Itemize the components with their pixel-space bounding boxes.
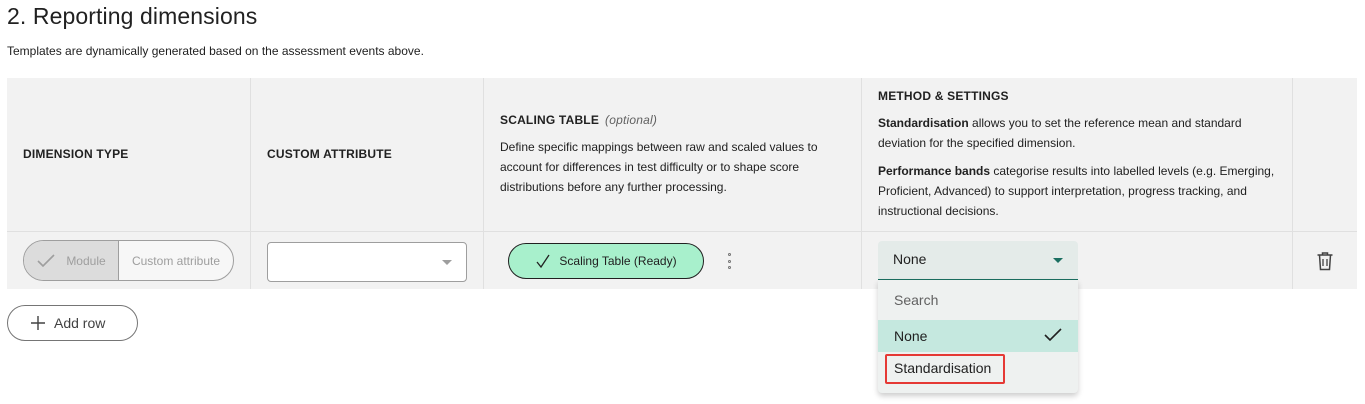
dimension-type-module-option[interactable]: Module <box>24 241 119 280</box>
trash-icon[interactable] <box>1316 251 1334 271</box>
method-select[interactable]: None <box>878 241 1078 281</box>
chevron-down-icon <box>442 260 452 265</box>
check-icon <box>535 253 551 269</box>
scaling-table-description: Define specific mappings between raw and… <box>500 140 818 194</box>
column-divider <box>250 78 251 289</box>
performance-bands-term: Performance bands <box>878 164 991 178</box>
column-divider <box>861 78 862 289</box>
table-row: Module Custom attribute Scaling Table (R… <box>7 231 1357 289</box>
check-icon <box>1044 328 1062 345</box>
dimension-type-toggle[interactable]: Module Custom attribute <box>23 240 234 281</box>
column-custom-attribute: CUSTOM ATTRIBUTE <box>267 147 392 161</box>
dimension-type-custom-attribute-option[interactable]: Custom attribute <box>119 241 233 280</box>
chevron-down-icon <box>1053 258 1063 263</box>
module-option-label: Module <box>66 253 106 268</box>
kebab-menu-icon[interactable] <box>723 250 735 272</box>
plus-icon <box>30 315 46 331</box>
scaling-table-chip-label: Scaling Table (Ready) <box>559 254 677 268</box>
column-divider <box>483 78 484 289</box>
page-title: 2. Reporting dimensions <box>7 3 258 29</box>
dropdown-option-label: None <box>894 328 928 344</box>
add-row-button[interactable]: Add row <box>7 305 138 341</box>
column-divider <box>1292 78 1293 289</box>
method-dropdown-menu: Search None Standardisation <box>878 280 1078 393</box>
custom-attribute-option-label: Custom attribute <box>131 253 221 268</box>
table-header: DIMENSION TYPE CUSTOM ATTRIBUTE SCALING … <box>7 78 1357 231</box>
column-dimension-type: DIMENSION TYPE <box>23 147 129 161</box>
check-icon <box>36 253 56 268</box>
dropdown-search-input[interactable]: Search <box>878 284 1078 316</box>
scaling-table-chip[interactable]: Scaling Table (Ready) <box>508 243 704 279</box>
standardisation-description: Standardisation allows you to set the re… <box>878 113 1283 153</box>
performance-bands-description: Performance bands categorise results int… <box>878 161 1283 221</box>
optional-label: (optional) <box>605 113 658 127</box>
page-subtitle: Templates are dynamically generated base… <box>7 44 424 58</box>
standardisation-term: Standardisation <box>878 116 969 130</box>
dropdown-option-none[interactable]: None <box>878 320 1078 352</box>
highlight-box <box>885 354 1005 384</box>
scaling-table-label: SCALING TABLE <box>500 113 600 127</box>
column-scaling-table: SCALING TABLE (optional) <box>500 113 657 127</box>
column-method-settings: METHOD & SETTINGS <box>878 89 1009 103</box>
add-row-label: Add row <box>54 315 106 331</box>
reporting-dimensions-table: DIMENSION TYPE CUSTOM ATTRIBUTE SCALING … <box>7 78 1357 289</box>
custom-attribute-select[interactable] <box>267 242 467 282</box>
method-select-value: None <box>893 251 927 267</box>
